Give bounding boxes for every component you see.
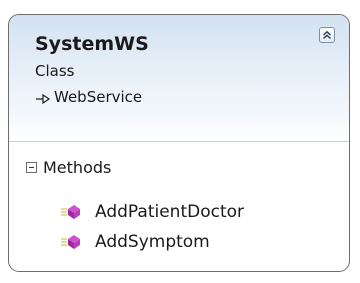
- inheritance-arrow-icon: [35, 91, 51, 105]
- class-diagram-canvas: SystemWS Class WebService Methods AddPat…: [0, 0, 360, 283]
- class-kind: Class: [35, 62, 75, 80]
- collapse-minus-icon[interactable]: [26, 162, 37, 173]
- base-class-name: WebService: [54, 88, 143, 106]
- method-icon: [61, 234, 81, 250]
- method-name: AddPatientDoctor: [95, 202, 244, 222]
- method-icon: [61, 204, 81, 220]
- class-header: SystemWS Class WebService: [9, 15, 349, 142]
- methods-section-header[interactable]: Methods: [26, 158, 111, 177]
- class-name: SystemWS: [35, 33, 149, 55]
- double-chevron-up-icon[interactable]: [319, 27, 335, 43]
- methods-section-label: Methods: [43, 158, 112, 177]
- method-name: AddSymptom: [95, 232, 210, 252]
- method-item[interactable]: AddPatientDoctor: [61, 202, 244, 222]
- class-shape[interactable]: SystemWS Class WebService Methods AddPat…: [8, 14, 350, 272]
- method-item[interactable]: AddSymptom: [61, 232, 210, 252]
- base-class-row: WebService: [35, 88, 142, 106]
